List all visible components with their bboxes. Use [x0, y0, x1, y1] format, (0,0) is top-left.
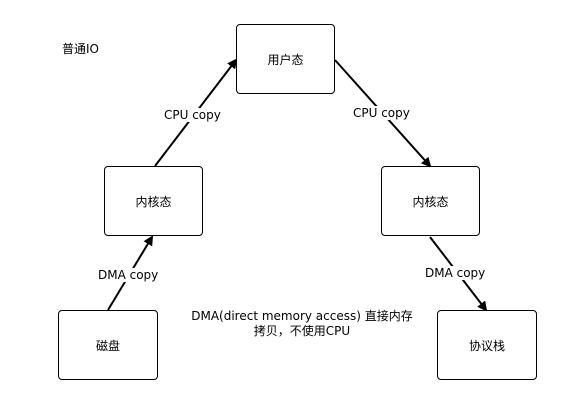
diagram-canvas: 普通IO 用户态 内核态 内核态 磁盘 协议栈 CPU copy CPU cop…	[0, 0, 562, 405]
node-kernel-right: 内核态	[381, 166, 480, 236]
diagram-title: 普通IO	[62, 42, 99, 56]
dma-note-line-2: 拷贝，不使用CPU	[253, 324, 351, 338]
node-disk: 磁盘	[58, 310, 158, 380]
node-protocol-stack: 协议栈	[437, 310, 537, 380]
edge-label-disk-to-kernel: DMA copy	[97, 268, 160, 282]
node-kernel-left: 内核态	[104, 166, 203, 236]
edge-label-kernel-to-user: CPU copy	[163, 108, 222, 122]
edge-label-kernel-to-protocol: DMA copy	[424, 266, 487, 280]
node-user-space: 用户态	[236, 24, 335, 94]
edge-label-user-to-kernel: CPU copy	[352, 106, 411, 120]
dma-note: DMA(direct memory access) 直接内存 拷贝，不使用CPU	[186, 309, 418, 339]
dma-note-line-1: DMA(direct memory access) 直接内存	[191, 309, 413, 323]
